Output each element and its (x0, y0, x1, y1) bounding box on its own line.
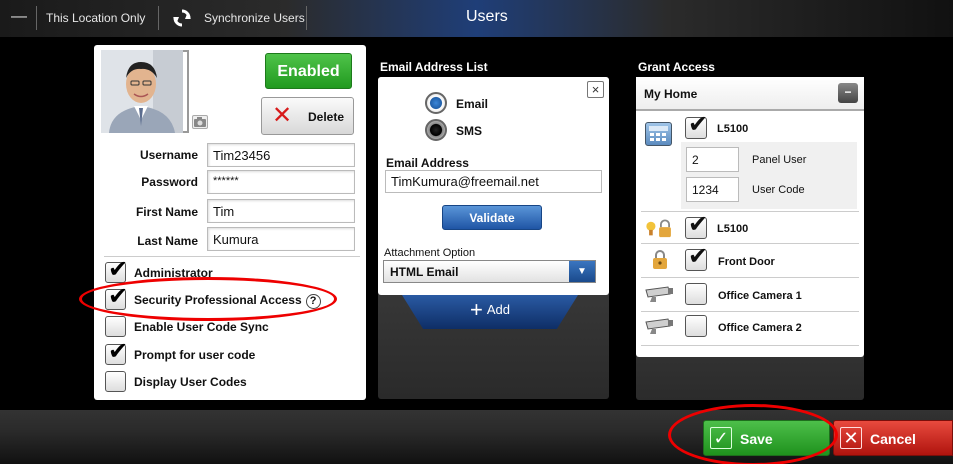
divider (36, 6, 37, 30)
display-user-codes-checkbox[interactable] (105, 371, 126, 392)
divider (641, 277, 859, 278)
delete-button[interactable]: ✕ Delete (261, 97, 354, 135)
administrator-checkbox[interactable]: ✔ (105, 257, 128, 283)
office-camera-1-label: Office Camera 1 (718, 290, 802, 302)
cancel-button[interactable]: ✕ Cancel (833, 420, 953, 456)
close-icon: ✕ (840, 427, 862, 449)
security-professional-access-checkbox[interactable]: ✔ (105, 284, 128, 310)
office-camera-1-checkbox[interactable] (685, 283, 707, 305)
delete-x-icon: ✕ (272, 102, 293, 129)
divider (158, 6, 159, 30)
email-radio[interactable] (425, 92, 447, 114)
panel-l5100-checkbox[interactable]: ✔ (685, 112, 708, 139)
page-title: Users (466, 8, 508, 25)
l5100-checkbox[interactable]: ✔ (685, 212, 708, 239)
add-email-button[interactable]: + Add (402, 295, 578, 329)
keypad-icon (645, 122, 672, 146)
save-button[interactable]: ✓ Save (703, 420, 830, 456)
divider (641, 345, 859, 346)
password-label: Password (141, 175, 198, 189)
front-door-label: Front Door (718, 256, 775, 268)
last-name-label: Last Name (137, 234, 198, 248)
panel-l5100-label: L5100 (717, 123, 749, 135)
add-label: Add (486, 302, 510, 317)
password-field[interactable]: ****** (207, 170, 355, 194)
divider (104, 256, 360, 257)
camera-icon (645, 286, 673, 302)
grant-access-heading: Grant Access (638, 60, 715, 74)
photo-frame (183, 50, 189, 133)
plus-icon: + (470, 297, 483, 322)
front-door-checkbox[interactable]: ✔ (685, 244, 708, 271)
divider (641, 211, 859, 212)
enable-user-code-sync-checkbox[interactable] (105, 316, 126, 337)
email-entry-card: × Email SMS Email Address TimKumura@free… (378, 77, 609, 295)
divider (641, 311, 859, 312)
attachment-option-value: HTML Email (390, 265, 459, 279)
collapse-button[interactable]: − (838, 83, 858, 103)
help-icon[interactable]: ? (305, 294, 321, 309)
minimize-button[interactable]: — (8, 8, 30, 28)
attachment-option-label: Attachment Option (384, 247, 476, 259)
enable-user-code-sync-label: Enable User Code Sync (134, 320, 269, 334)
sms-radio-label: SMS (456, 124, 483, 138)
email-address-label: Email Address (386, 156, 469, 170)
top-bar: — This Location Only Synchronize Users U… (0, 0, 953, 37)
office-camera-2-checkbox[interactable] (685, 315, 707, 337)
enabled-button[interactable]: Enabled (265, 53, 352, 89)
user-code-field[interactable]: 1234 (686, 177, 739, 202)
divider (306, 6, 307, 30)
divider (641, 243, 859, 244)
username-label: Username (139, 148, 198, 162)
cancel-label: Cancel (870, 431, 916, 447)
location-header: My Home − (636, 77, 864, 111)
first-name-field[interactable]: Tim (207, 199, 355, 223)
prompt-for-user-code-checkbox[interactable]: ✔ (105, 339, 128, 365)
attachment-option-select[interactable]: HTML Email ▼ (383, 260, 596, 283)
prompt-for-user-code-label: Prompt for user code (134, 348, 256, 362)
close-icon[interactable]: × (587, 81, 604, 98)
checkmark-icon: ✓ (710, 427, 732, 449)
first-name-label: First Name (135, 205, 198, 219)
bulb-lock-icon (646, 219, 671, 238)
username-field[interactable]: Tim23456 (207, 143, 355, 167)
last-name-field[interactable]: Kumura (207, 227, 355, 251)
security-professional-access-label: Security Professional Access? (134, 293, 321, 309)
grant-access-card: My Home − ✔ L5100 2 Panel User 1234 User… (636, 77, 864, 357)
display-user-codes-label: Display User Codes (134, 375, 247, 389)
user-code-label: User Code (752, 184, 805, 196)
l5100-label: L5100 (717, 223, 749, 235)
sync-icon[interactable] (172, 8, 192, 28)
synchronize-users-button[interactable]: Synchronize Users (204, 11, 305, 25)
delete-label: Delete (308, 110, 345, 124)
email-address-field[interactable]: TimKumura@freemail.net (385, 170, 602, 193)
panel-user-field[interactable]: 2 (686, 147, 739, 172)
administrator-label: Administrator (134, 266, 213, 280)
camera-icon[interactable] (192, 115, 208, 129)
lock-icon (653, 250, 667, 269)
chevron-down-icon: ▼ (569, 261, 595, 282)
this-location-only-button[interactable]: This Location Only (46, 11, 145, 25)
user-photo[interactable] (101, 50, 183, 133)
email-list-heading: Email Address List (380, 60, 488, 74)
office-camera-2-label: Office Camera 2 (718, 322, 802, 334)
email-radio-label: Email (456, 97, 489, 111)
save-label: Save (740, 431, 773, 447)
user-photo-image (101, 50, 183, 133)
validate-button[interactable]: Validate (442, 205, 542, 230)
location-name: My Home (644, 87, 698, 101)
sms-radio[interactable] (425, 119, 447, 141)
user-details-card: Enabled ✕ Delete Username Tim23456 Passw… (94, 45, 366, 400)
camera-icon (645, 318, 673, 334)
panel-user-label: Panel User (752, 154, 807, 166)
